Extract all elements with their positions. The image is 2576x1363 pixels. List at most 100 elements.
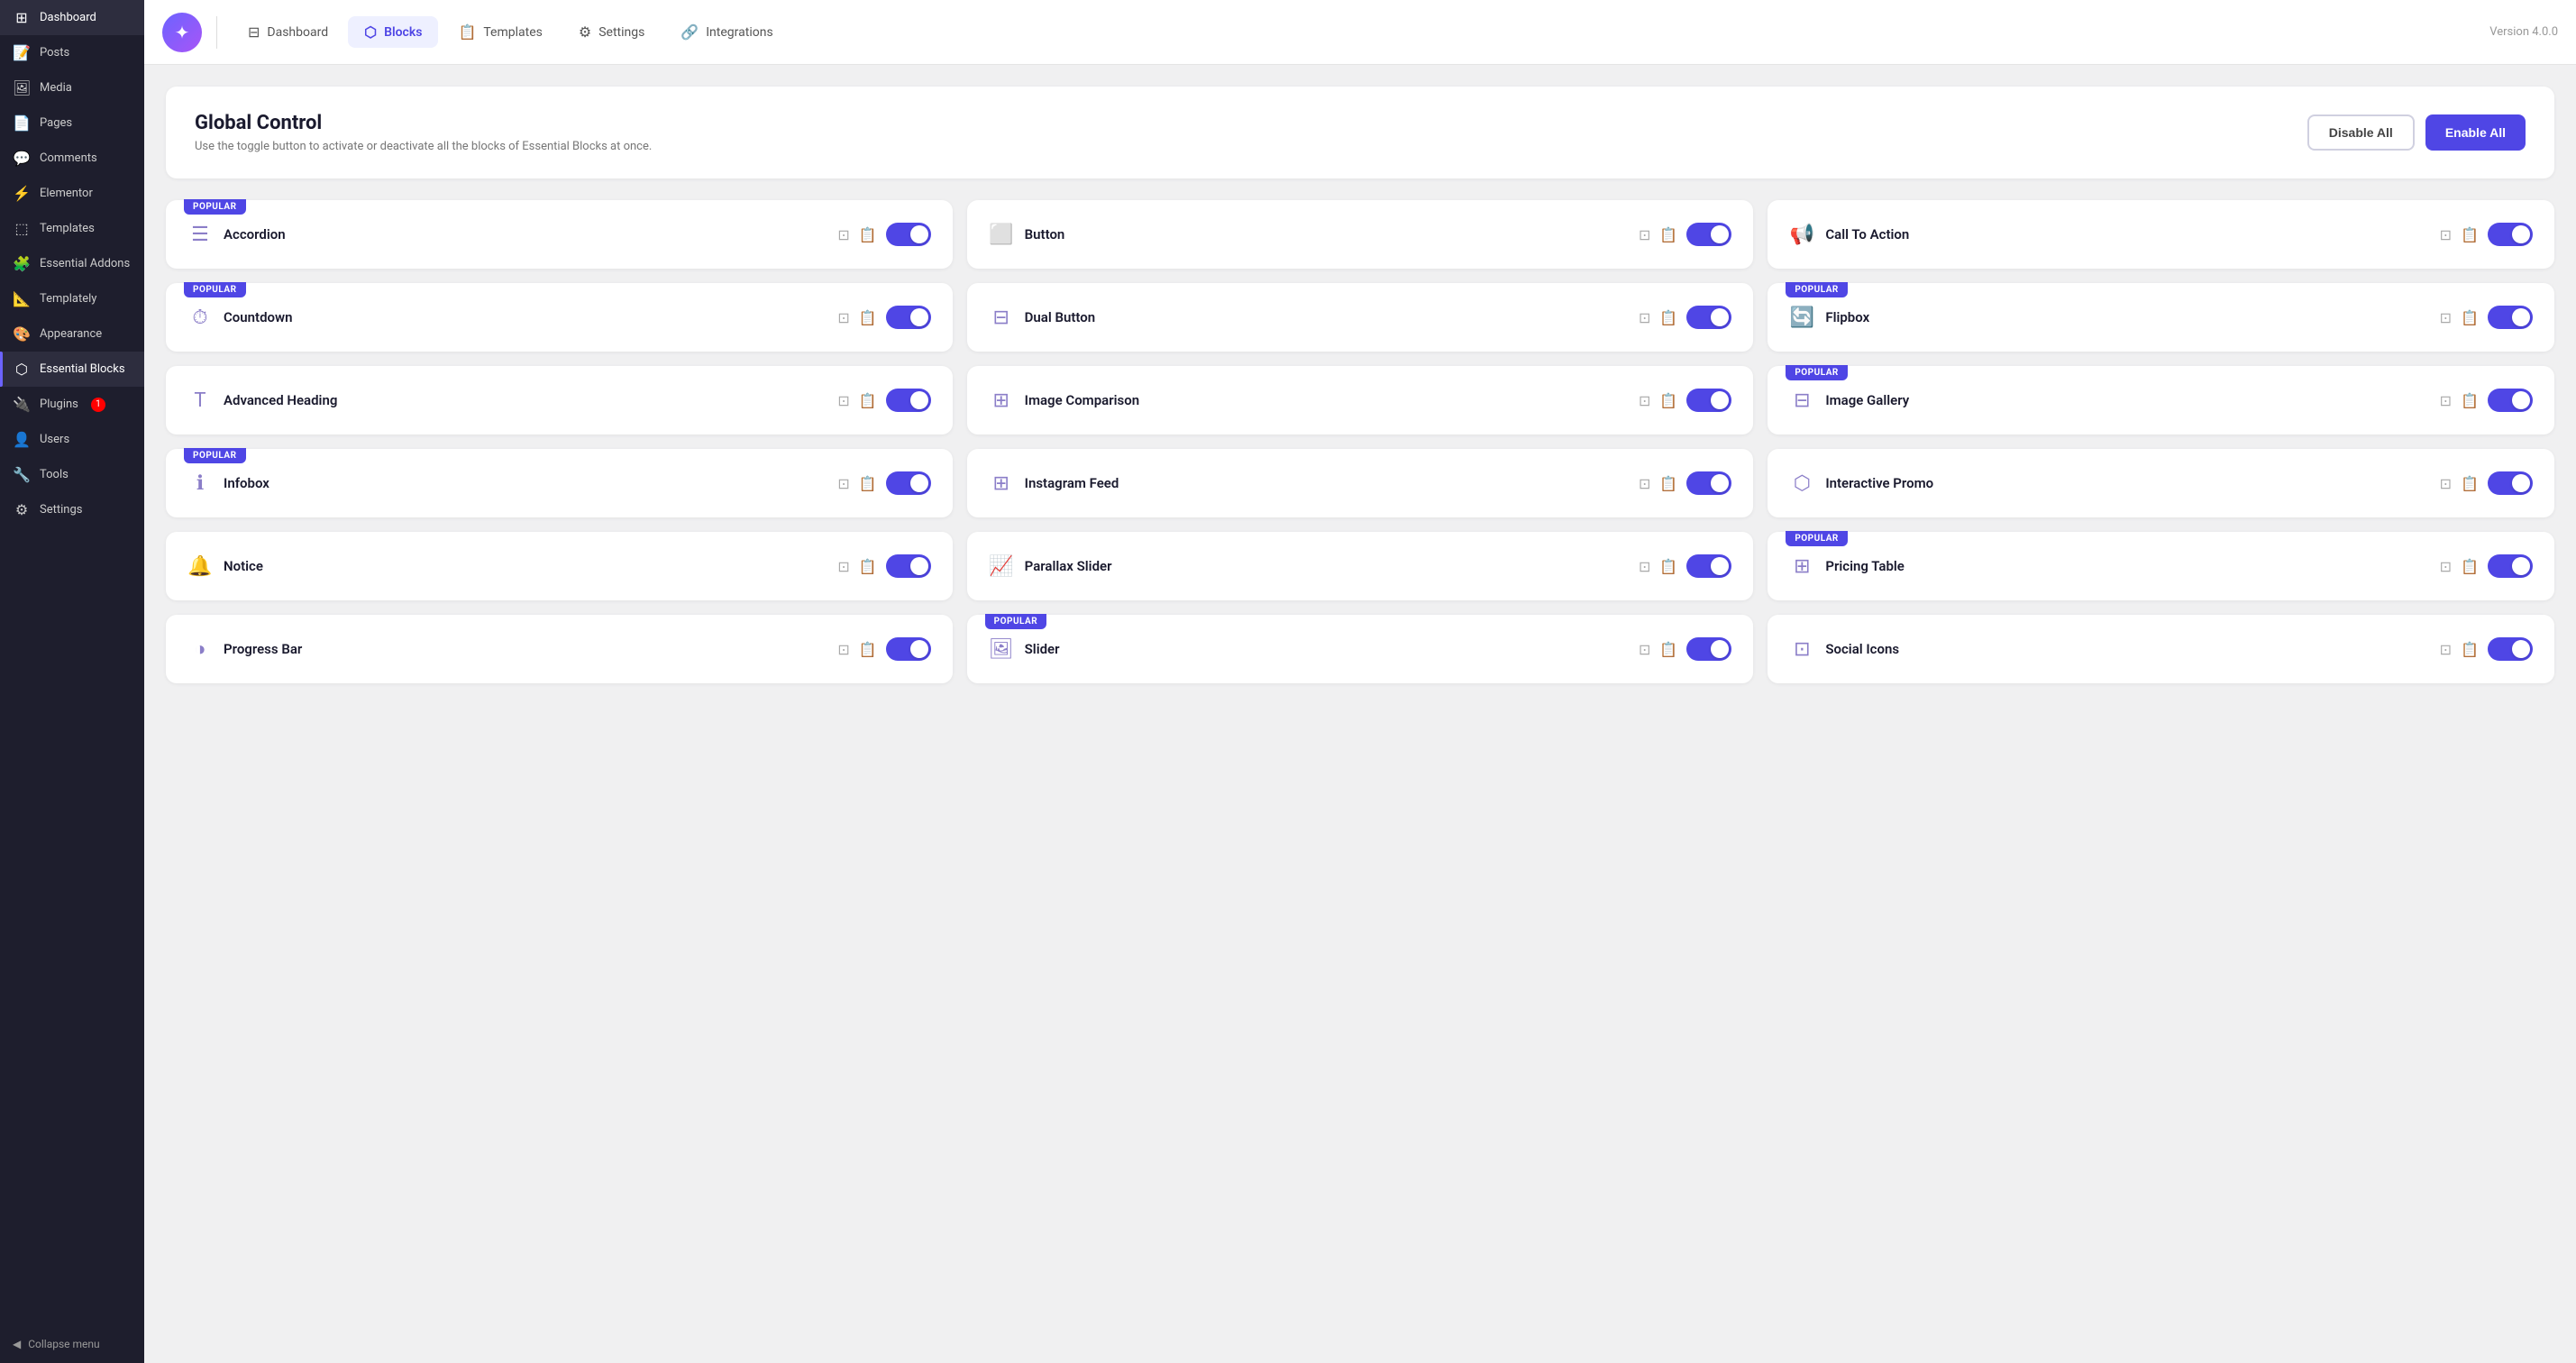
notice-toggle[interactable]	[886, 554, 931, 578]
countdown-preview-icon[interactable]: ⊡	[837, 309, 849, 326]
elementor-icon: ⚡	[13, 185, 31, 202]
parallax-slider-block-name: Parallax Slider	[1025, 558, 1112, 574]
sidebar-item-dashboard[interactable]: ⊞ Dashboard	[0, 0, 144, 35]
interactive-promo-preview-icon[interactable]: ⊡	[2440, 475, 2452, 492]
pricing-table-toggle[interactable]	[2488, 554, 2533, 578]
accordion-doc-icon[interactable]: 📋	[859, 226, 877, 243]
infobox-toggle[interactable]	[886, 471, 931, 495]
nav-tab-templates[interactable]: 📋 Templates	[442, 16, 558, 48]
image-comparison-preview-icon[interactable]: ⊡	[1639, 392, 1650, 409]
sidebar-item-posts[interactable]: 📝 Posts	[0, 35, 144, 70]
block-card-left-parallax-slider: 📈 Parallax Slider	[989, 555, 1112, 578]
sidebar-item-users[interactable]: 👤 Users	[0, 422, 144, 457]
dual-button-block-name: Dual Button	[1025, 309, 1095, 325]
sidebar-item-essential-blocks[interactable]: ⬡ Essential Blocks	[0, 352, 144, 387]
pricing-table-preview-icon[interactable]: ⊡	[2440, 558, 2452, 575]
notice-doc-icon[interactable]: 📋	[859, 558, 877, 575]
interactive-promo-block-name: Interactive Promo	[1825, 475, 1933, 491]
block-card-left-advanced-heading: T Advanced Heading	[187, 389, 337, 412]
sidebar-label-elementor: Elementor	[40, 187, 93, 200]
infobox-doc-icon[interactable]: 📋	[859, 475, 877, 492]
block-card-right-infobox: ⊡ 📋	[837, 471, 930, 495]
instagram-feed-preview-icon[interactable]: ⊡	[1639, 475, 1650, 492]
call-to-action-toggle[interactable]	[2488, 223, 2533, 246]
collapse-menu-button[interactable]: ◀ Collapse menu	[0, 1325, 144, 1363]
infobox-block-icon: ℹ	[187, 472, 213, 495]
block-card-progress-bar: ◑ Progress Bar ⊡ 📋	[166, 615, 953, 683]
sidebar-item-comments[interactable]: 💬 Comments	[0, 141, 144, 176]
button-doc-icon[interactable]: 📋	[1659, 226, 1677, 243]
instagram-feed-toggle[interactable]	[1686, 471, 1731, 495]
image-gallery-doc-icon[interactable]: 📋	[2461, 392, 2479, 409]
sidebar-item-pages[interactable]: 📄 Pages	[0, 105, 144, 141]
flipbox-doc-icon[interactable]: 📋	[2461, 309, 2479, 326]
interactive-promo-doc-icon[interactable]: 📋	[2461, 475, 2479, 492]
image-comparison-toggle[interactable]	[1686, 389, 1731, 412]
block-card-left-interactive-promo: ⬡ Interactive Promo	[1789, 472, 1933, 495]
dual-button-doc-icon[interactable]: 📋	[1659, 309, 1677, 326]
block-card-notice: 🔔 Notice ⊡ 📋	[166, 532, 953, 600]
interactive-promo-toggle[interactable]	[2488, 471, 2533, 495]
slider-doc-icon[interactable]: 📋	[1659, 641, 1677, 658]
sidebar-label-pages: Pages	[40, 116, 72, 130]
image-comparison-doc-icon[interactable]: 📋	[1659, 392, 1677, 409]
sidebar-item-essential-addons[interactable]: 🧩 Essential Addons	[0, 246, 144, 281]
block-card-left-pricing-table: ⊞ Pricing Table	[1789, 555, 1905, 578]
button-toggle[interactable]	[1686, 223, 1731, 246]
image-gallery-preview-icon[interactable]: ⊡	[2440, 392, 2452, 409]
flipbox-preview-icon[interactable]: ⊡	[2440, 309, 2452, 326]
dual-button-preview-icon[interactable]: ⊡	[1639, 309, 1650, 326]
sidebar-item-templately[interactable]: 📐 Templately	[0, 281, 144, 316]
settings-tab-icon: ⚙	[579, 23, 591, 41]
sidebar-label-posts: Posts	[40, 46, 69, 59]
slider-preview-icon[interactable]: ⊡	[1639, 641, 1650, 658]
sidebar-item-plugins[interactable]: 🔌 Plugins 1	[0, 387, 144, 422]
progress-bar-doc-icon[interactable]: 📋	[859, 641, 877, 658]
sidebar-item-elementor[interactable]: ⚡ Elementor	[0, 176, 144, 211]
social-icons-doc-icon[interactable]: 📋	[2461, 641, 2479, 658]
progress-bar-preview-icon[interactable]: ⊡	[837, 641, 849, 658]
notice-preview-icon[interactable]: ⊡	[837, 558, 849, 575]
disable-all-button[interactable]: Disable All	[2307, 114, 2415, 151]
accordion-toggle[interactable]	[886, 223, 931, 246]
progress-bar-toggle[interactable]	[886, 637, 931, 661]
parallax-slider-toggle[interactable]	[1686, 554, 1731, 578]
sidebar-item-settings[interactable]: ⚙ Settings	[0, 492, 144, 527]
social-icons-preview-icon[interactable]: ⊡	[2440, 641, 2452, 658]
button-preview-icon[interactable]: ⊡	[1639, 226, 1650, 243]
block-card-social-icons: ⊡ Social Icons ⊡ 📋	[1768, 615, 2554, 683]
nav-tab-settings[interactable]: ⚙ Settings	[562, 16, 661, 48]
parallax-slider-doc-icon[interactable]: 📋	[1659, 558, 1677, 575]
flipbox-toggle[interactable]	[2488, 306, 2533, 329]
sidebar-item-templates[interactable]: ⬚ Templates	[0, 211, 144, 246]
enable-all-button[interactable]: Enable All	[2425, 114, 2526, 151]
advanced-heading-toggle[interactable]	[886, 389, 931, 412]
sidebar-label-users: Users	[40, 433, 69, 446]
call-to-action-preview-icon[interactable]: ⊡	[2440, 226, 2452, 243]
social-icons-toggle[interactable]	[2488, 637, 2533, 661]
instagram-feed-doc-icon[interactable]: 📋	[1659, 475, 1677, 492]
advanced-heading-preview-icon[interactable]: ⊡	[837, 392, 849, 409]
nav-tab-dashboard[interactable]: ⊟ Dashboard	[232, 16, 344, 48]
countdown-toggle[interactable]	[886, 306, 931, 329]
block-card-right-image-gallery: ⊡ 📋	[2440, 389, 2533, 412]
accordion-preview-icon[interactable]: ⊡	[837, 226, 849, 243]
countdown-block-icon: ⏱	[187, 306, 213, 329]
dual-button-toggle[interactable]	[1686, 306, 1731, 329]
countdown-doc-icon[interactable]: 📋	[859, 309, 877, 326]
sidebar-item-appearance[interactable]: 🎨 Appearance	[0, 316, 144, 352]
sidebar-item-media[interactable]: 🖼 Media	[0, 70, 144, 105]
infobox-preview-icon[interactable]: ⊡	[837, 475, 849, 492]
nav-tab-blocks[interactable]: ⬡ Blocks	[348, 16, 438, 48]
block-card-left-notice: 🔔 Notice	[187, 555, 263, 578]
pricing-table-doc-icon[interactable]: 📋	[2461, 558, 2479, 575]
call-to-action-doc-icon[interactable]: 📋	[2461, 226, 2479, 243]
image-gallery-toggle[interactable]	[2488, 389, 2533, 412]
nav-tab-integrations[interactable]: 🔗 Integrations	[664, 16, 789, 48]
block-card-right-flipbox: ⊡ 📋	[2440, 306, 2533, 329]
advanced-heading-doc-icon[interactable]: 📋	[859, 392, 877, 409]
parallax-slider-preview-icon[interactable]: ⊡	[1639, 558, 1650, 575]
slider-toggle[interactable]	[1686, 637, 1731, 661]
sidebar-item-tools[interactable]: 🔧 Tools	[0, 457, 144, 492]
dashboard-icon: ⊞	[13, 9, 31, 26]
